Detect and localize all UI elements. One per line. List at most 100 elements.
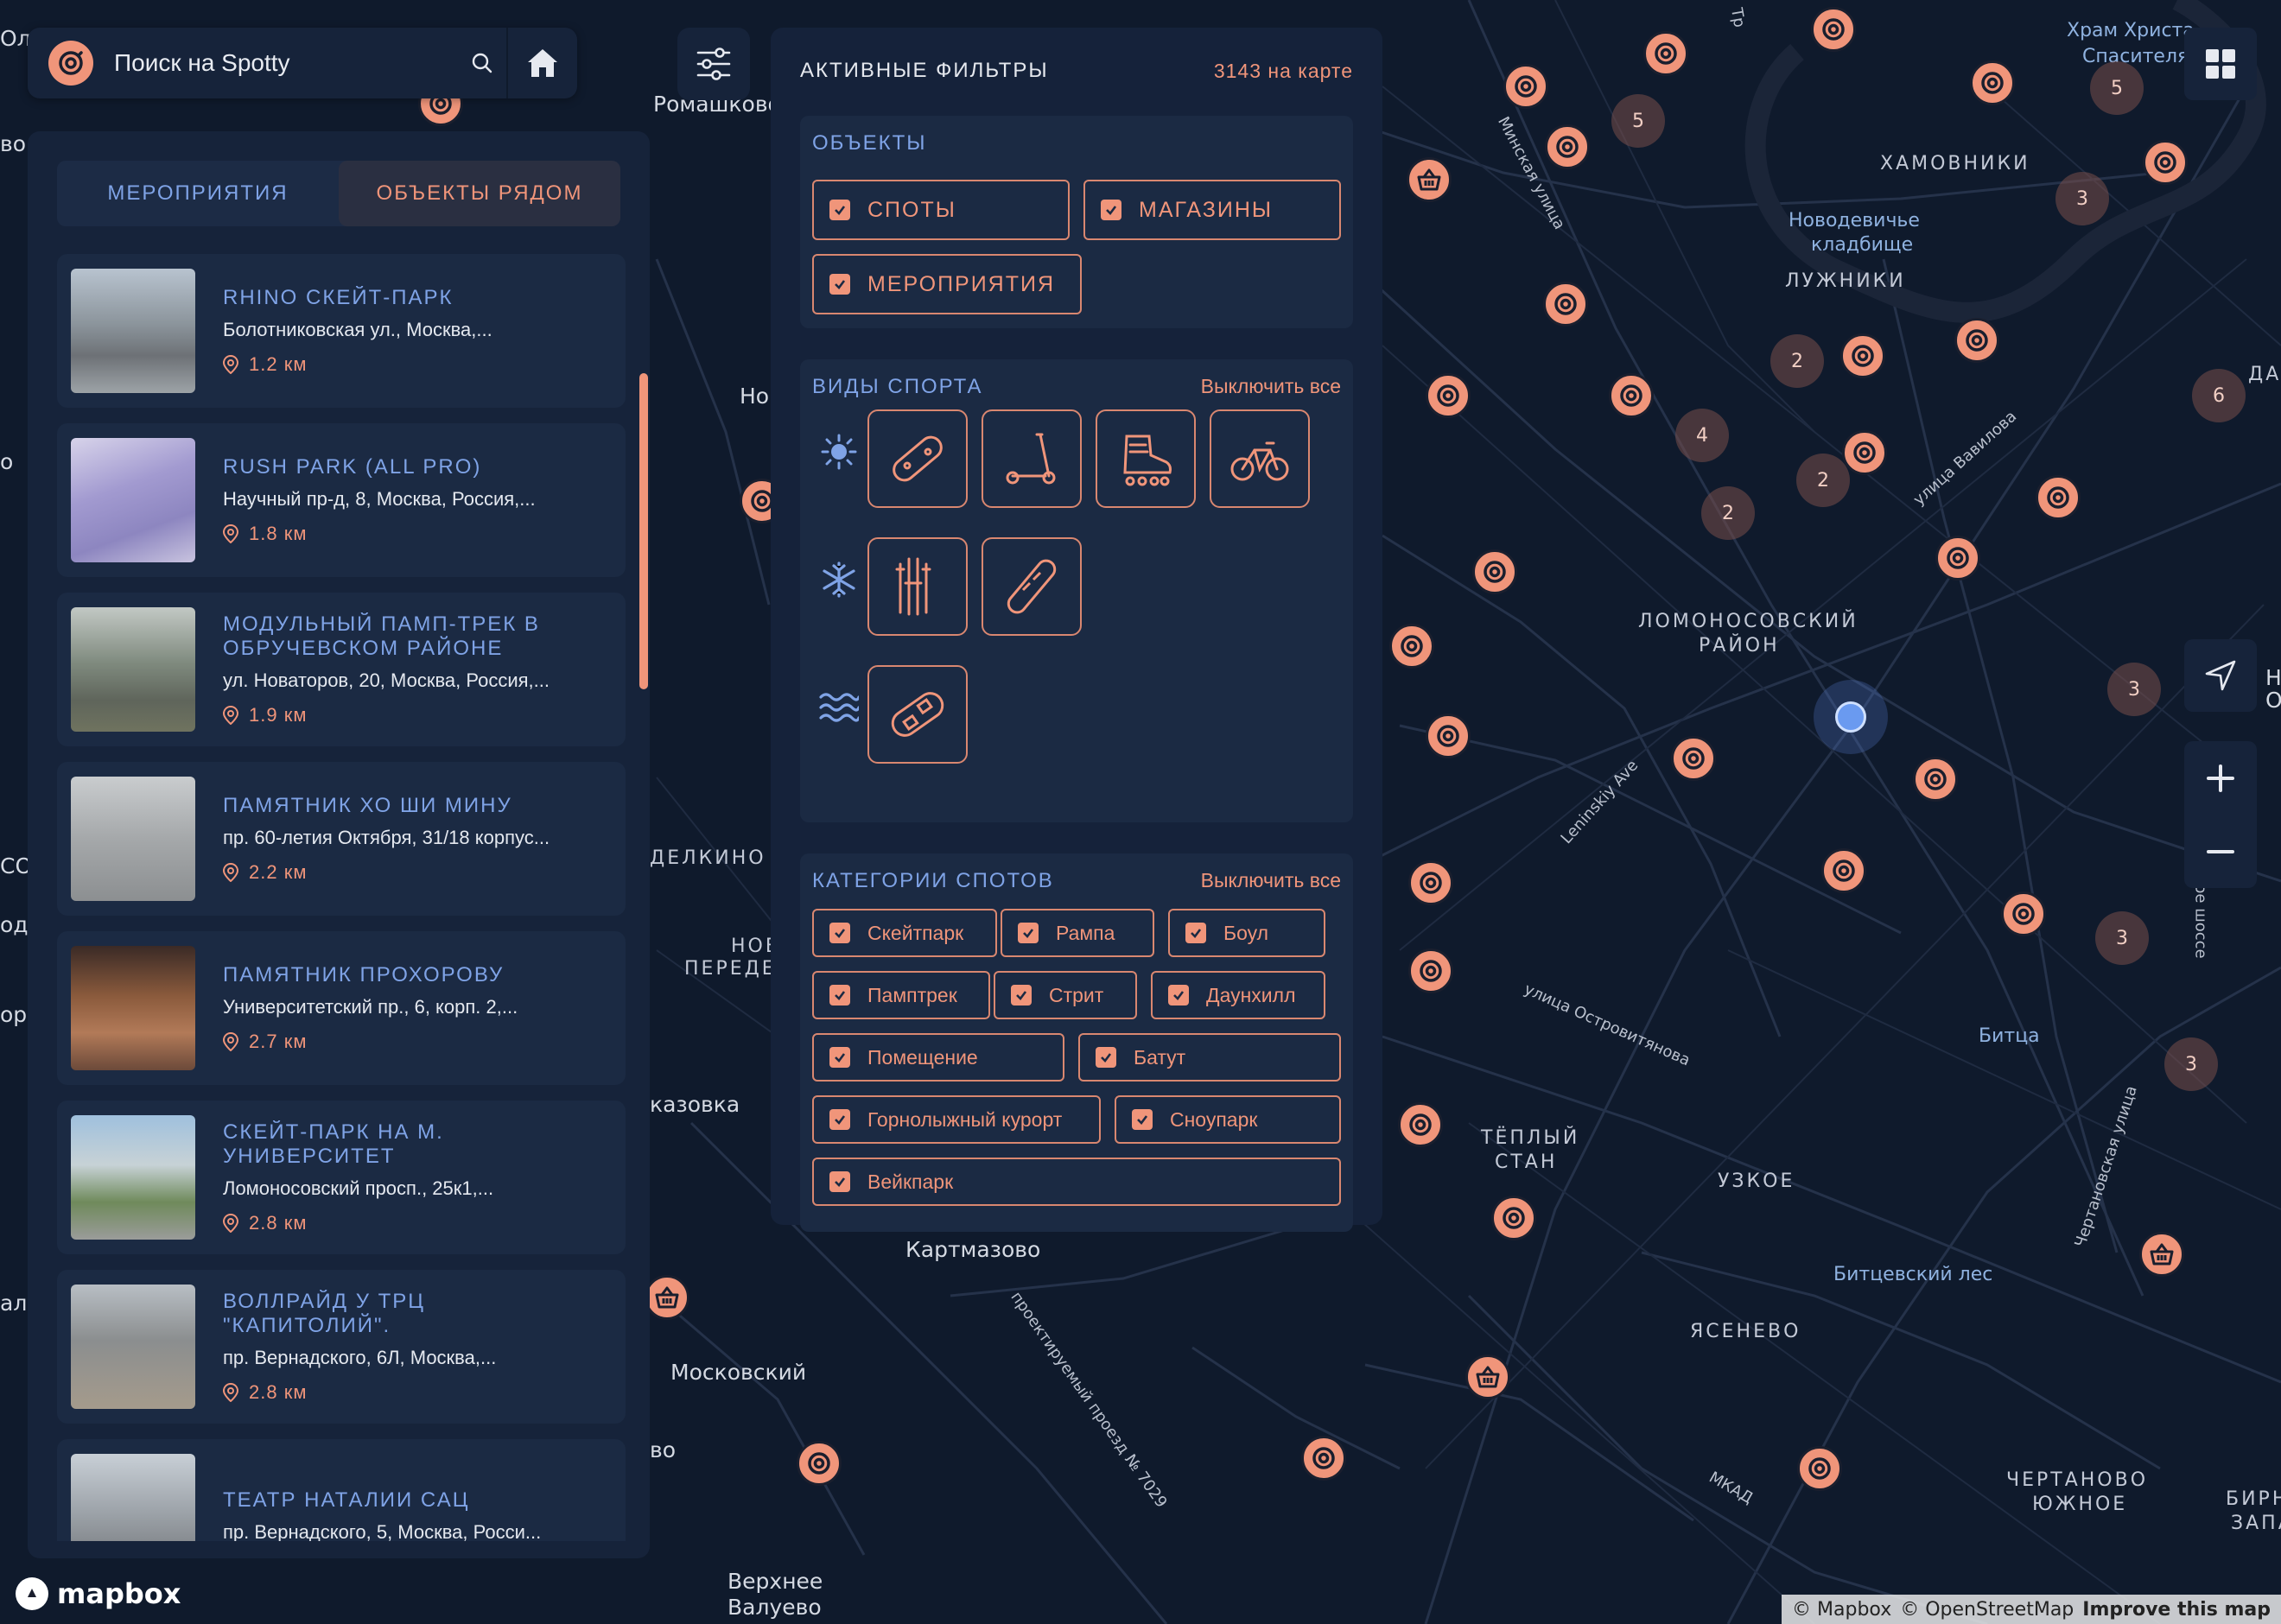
results-scrollbar[interactable]	[639, 373, 648, 689]
map-cluster[interactable]: 3	[2055, 172, 2109, 225]
checkbox-icon	[829, 1109, 850, 1130]
result-title: ПАМЯТНИК ПРОХОРОВУ	[223, 963, 505, 986]
filter-events[interactable]: МЕРОПРИЯТИЯ	[812, 254, 1082, 314]
map-cluster[interactable]: 3	[2164, 1037, 2218, 1091]
category-filter[interactable]: Сноупарк	[1115, 1095, 1341, 1144]
filter-spots[interactable]: СПОТЫ	[812, 180, 1070, 240]
tab-nearby[interactable]: ОБЪЕКТЫ РЯДОМ	[339, 161, 620, 226]
spot-marker[interactable]	[1970, 60, 2015, 105]
category-filter[interactable]: Скейтпарк	[812, 909, 997, 957]
spot-marker[interactable]	[1398, 1102, 1443, 1147]
layers-button[interactable]	[2184, 28, 2257, 100]
spot-marker[interactable]	[2036, 475, 2081, 520]
spot-marker[interactable]	[1408, 948, 1453, 993]
spot-marker[interactable]	[1491, 1196, 1536, 1240]
map-cluster[interactable]: 5	[2090, 61, 2144, 115]
zoom-in-button[interactable]	[2184, 741, 2257, 815]
map-cluster[interactable]: 2	[1770, 334, 1824, 388]
map-cluster[interactable]: 4	[1675, 409, 1729, 462]
spot-marker[interactable]	[1840, 333, 1885, 378]
spot-marker[interactable]	[1954, 318, 1999, 363]
zoom-out-button[interactable]	[2184, 815, 2257, 888]
shop-marker[interactable]	[2139, 1232, 2184, 1277]
basket-icon	[1476, 1366, 1500, 1388]
category-filter[interactable]: Боул	[1168, 909, 1325, 957]
spot-marker[interactable]	[1643, 31, 1688, 76]
spot-marker[interactable]	[1426, 714, 1471, 758]
category-filter[interactable]: Памптрек	[812, 971, 990, 1019]
mapbox-icon	[16, 1577, 48, 1610]
attribution-mapbox[interactable]: © Mapbox	[1792, 1599, 1891, 1621]
result-item[interactable]: RHINO СКЕЙТ-ПАРК Болотниковская ул., Моск…	[57, 254, 626, 408]
map-cluster[interactable]: 6	[2192, 369, 2246, 422]
category-filter[interactable]: Горнолыжный курорт	[812, 1095, 1101, 1144]
spot-marker[interactable]	[797, 1441, 842, 1486]
result-item[interactable]: ПАМЯТНИК ХО ШИ МИНУ пр. 60-летия Октября,…	[57, 762, 626, 916]
result-item[interactable]: RUSH PARK (ALL PRO) Научный пр-д, 8, Моск…	[57, 423, 626, 577]
spot-marker[interactable]	[1821, 848, 1866, 893]
category-filter[interactable]: Рампа	[1001, 909, 1154, 957]
spot-marker[interactable]	[2001, 891, 2046, 936]
attribution-osm[interactable]: © OpenStreetMap	[1900, 1599, 2074, 1621]
search-input[interactable]	[114, 49, 458, 77]
spot-marker[interactable]	[1545, 124, 1590, 169]
map-cluster[interactable]: 2	[1796, 454, 1850, 507]
categories-disable-all[interactable]: Выключить все	[1201, 869, 1341, 893]
spot-marker[interactable]	[1671, 736, 1716, 781]
result-item[interactable]: ТЕАТР НАТАЛИИ САЦ пр. Вернадского, 5, Мос…	[57, 1439, 626, 1541]
locate-button[interactable]	[2184, 639, 2257, 712]
spot-marker[interactable]	[1301, 1436, 1346, 1481]
spot-marker[interactable]	[1389, 624, 1434, 669]
result-title: ТЕАТР НАТАЛИИ САЦ	[223, 1488, 470, 1512]
sport-ski[interactable]	[867, 537, 968, 636]
result-title: ПАМЯТНИК ХО ШИ МИНУ	[223, 794, 512, 817]
sport-skateboard[interactable]	[867, 409, 968, 508]
filters-button[interactable]	[677, 28, 750, 100]
category-filter[interactable]: Вейкпарк	[812, 1158, 1341, 1206]
map-label-shosse: ое шоссе	[2191, 884, 2210, 959]
spot-marker[interactable]	[1426, 373, 1471, 418]
sports-disable-all[interactable]: Выключить все	[1201, 375, 1341, 399]
attribution-improve[interactable]: Improve this map	[2082, 1599, 2271, 1621]
spot-marker[interactable]	[1472, 549, 1517, 594]
category-filter[interactable]: Стрит	[994, 971, 1137, 1019]
spot-marker[interactable]	[1408, 860, 1453, 905]
tab-events[interactable]: МЕРОПРИЯТИЯ	[57, 161, 339, 226]
shop-marker[interactable]	[1407, 157, 1452, 202]
map-cluster[interactable]: 3	[2107, 663, 2161, 716]
sport-rollers[interactable]	[1096, 409, 1196, 508]
category-filter[interactable]: Батут	[1078, 1033, 1341, 1082]
results-list[interactable]: RHINO СКЕЙТ-ПАРК Болотниковская ул., Моск…	[57, 254, 626, 1541]
shop-marker[interactable]	[645, 1275, 689, 1320]
category-filter[interactable]: Помещение	[812, 1033, 1064, 1082]
spot-marker[interactable]	[1935, 536, 1980, 580]
spot-marker[interactable]	[1811, 7, 1856, 52]
result-item[interactable]: ВОЛЛРАЙД У ТРЦ "КАПИТОЛИЙ". пр. Вернадско…	[57, 1270, 626, 1424]
search-icon[interactable]	[458, 52, 506, 74]
category-label: Батут	[1134, 1045, 1186, 1069]
spot-marker[interactable]	[1503, 64, 1548, 109]
mapbox-logo[interactable]: mapbox	[16, 1577, 181, 1610]
map-cluster[interactable]: 2	[1701, 486, 1755, 540]
sport-bmx[interactable]	[1210, 409, 1310, 508]
shop-marker[interactable]	[1465, 1354, 1510, 1399]
spot-marker[interactable]	[2143, 140, 2188, 185]
result-item[interactable]: СКЕЙТ-ПАРК НА М. УНИВЕРСИТЕТ Ломоносовски…	[57, 1101, 626, 1254]
result-item[interactable]: ПАМЯТНИК ПРОХОРОВУ Университетский пр., 6…	[57, 931, 626, 1085]
map-cluster[interactable]: 3	[2095, 911, 2149, 965]
spot-marker[interactable]	[1543, 282, 1588, 327]
spot-icon	[1312, 1447, 1335, 1469]
map-cluster[interactable]: 5	[1611, 94, 1665, 148]
spot-marker[interactable]	[1842, 430, 1887, 475]
spot-marker[interactable]	[1609, 373, 1654, 418]
sport-wakeboard[interactable]	[867, 665, 968, 764]
category-label: Рампа	[1056, 921, 1115, 944]
sport-scooter[interactable]	[982, 409, 1082, 508]
spot-marker[interactable]	[1797, 1446, 1842, 1491]
category-filter[interactable]: Даунхилл	[1151, 971, 1325, 1019]
home-button[interactable]	[506, 28, 577, 98]
sport-snowboard[interactable]	[982, 537, 1082, 636]
result-item[interactable]: МОДУЛЬНЫЙ ПАМП-ТРЕК В ОБРУЧЕВСКОМ РАЙОНЕ…	[57, 593, 626, 746]
filter-shops[interactable]: МАГАЗИНЫ	[1083, 180, 1341, 240]
spot-marker[interactable]	[1913, 757, 1958, 802]
